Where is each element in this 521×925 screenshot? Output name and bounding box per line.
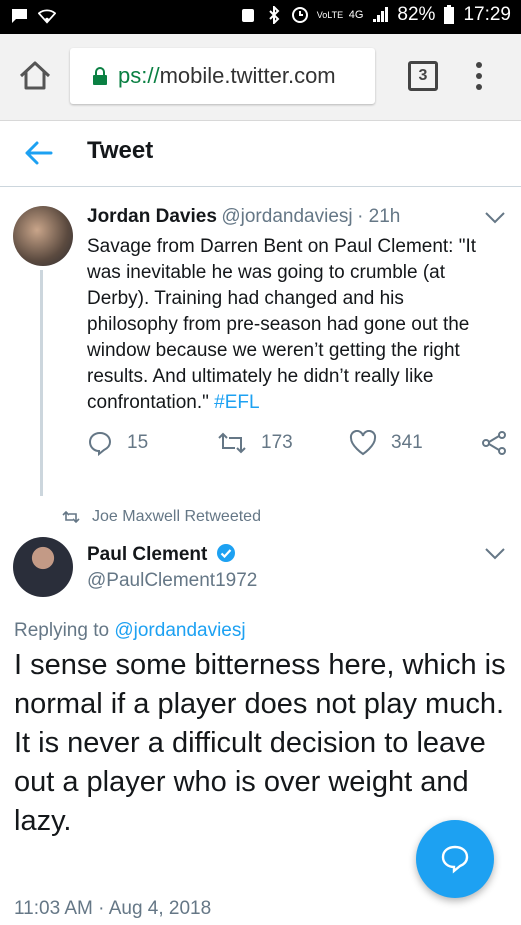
retweeted-banner[interactable]: Joe Maxwell Retweeted bbox=[62, 508, 261, 526]
volte-label: VoLTE bbox=[316, 10, 344, 20]
heart-icon bbox=[349, 430, 377, 456]
browser-toolbar: ps://mobile.twitter.com 3 bbox=[0, 34, 521, 121]
main-tweet-paragraph: I sense some bitterness here, which is n… bbox=[14, 649, 506, 720]
avatar-jordan-davies[interactable] bbox=[13, 206, 73, 266]
hashtag-link[interactable]: #EFL bbox=[214, 392, 259, 413]
replying-to-handle-link[interactable]: @jordandaviesj bbox=[114, 620, 245, 641]
back-arrow-icon[interactable] bbox=[23, 138, 53, 168]
replying-to-line: Replying to @jordandaviesj bbox=[14, 620, 246, 642]
url-host: mobile.twitter.com bbox=[159, 63, 336, 88]
wifi-icon bbox=[38, 9, 56, 24]
author-handle[interactable]: @jordandaviesj bbox=[221, 206, 352, 227]
verified-badge-icon bbox=[216, 544, 235, 562]
overflow-menu-icon[interactable] bbox=[474, 58, 484, 94]
alarm-icon bbox=[241, 9, 254, 22]
chat-bubble-icon bbox=[441, 845, 469, 874]
tweet-actions: 15 173 341 bbox=[87, 430, 507, 460]
retweet-icon bbox=[218, 432, 246, 454]
reply-icon bbox=[88, 431, 112, 456]
battery-percent: 82% bbox=[397, 4, 436, 25]
parent-tweet-text: Savage from Darren Bent on Paul Clement:… bbox=[87, 234, 497, 416]
page-title: Tweet bbox=[87, 137, 154, 164]
thread-line bbox=[40, 270, 43, 496]
share-icon bbox=[482, 431, 506, 455]
lock-icon bbox=[93, 67, 107, 85]
share-button[interactable] bbox=[481, 430, 507, 456]
tab-switcher-button[interactable]: 3 bbox=[408, 61, 438, 91]
retweet-small-icon bbox=[62, 510, 80, 524]
compose-reply-button[interactable] bbox=[416, 820, 494, 898]
tweet-timestamp[interactable]: 11:03 AM · Aug 4, 2018 bbox=[14, 898, 211, 920]
page-header: Tweet bbox=[0, 120, 521, 187]
chevron-down-icon[interactable] bbox=[484, 211, 506, 225]
reply-button[interactable]: 15 bbox=[87, 430, 148, 456]
bluetooth-icon bbox=[269, 6, 280, 24]
author-name[interactable]: Paul Clement bbox=[87, 544, 207, 565]
retweet-count: 173 bbox=[261, 432, 293, 453]
address-bar[interactable]: ps://mobile.twitter.com bbox=[70, 48, 375, 104]
main-tweet-text: I sense some bitterness here, which is n… bbox=[14, 646, 514, 841]
parent-tweet-body: Savage from Darren Bent on Paul Clement:… bbox=[87, 236, 477, 413]
replying-to-label: Replying to bbox=[14, 620, 115, 641]
chevron-down-icon[interactable] bbox=[484, 547, 506, 561]
signal-icon bbox=[373, 7, 389, 22]
clock-icon bbox=[291, 7, 308, 23]
network-label: 4G bbox=[348, 9, 364, 21]
status-bar: VoLTE 4G 82% 17:29 bbox=[0, 0, 521, 34]
url-text: ps://mobile.twitter.com bbox=[118, 63, 336, 89]
author-handle[interactable]: @PaulClement1972 bbox=[87, 570, 257, 592]
like-count: 341 bbox=[391, 432, 423, 453]
tweet-age[interactable]: · 21h bbox=[357, 206, 400, 227]
author-name[interactable]: Jordan Davies bbox=[87, 206, 217, 227]
avatar-paul-clement[interactable] bbox=[13, 537, 73, 597]
url-scheme: ps:// bbox=[118, 63, 160, 88]
parent-tweet-header: Jordan Davies @jordandaviesj · 21h bbox=[87, 206, 400, 228]
message-notification-icon bbox=[11, 9, 27, 23]
retweet-button[interactable]: 173 bbox=[217, 430, 293, 456]
like-button[interactable]: 341 bbox=[349, 430, 423, 456]
clock-time: 17:29 bbox=[463, 4, 511, 25]
battery-icon bbox=[444, 5, 455, 24]
home-icon[interactable] bbox=[17, 58, 53, 94]
main-tweet-author: Paul Clement bbox=[87, 543, 236, 566]
retweeted-by-text: Joe Maxwell Retweeted bbox=[92, 508, 261, 525]
reply-count: 15 bbox=[127, 432, 149, 453]
